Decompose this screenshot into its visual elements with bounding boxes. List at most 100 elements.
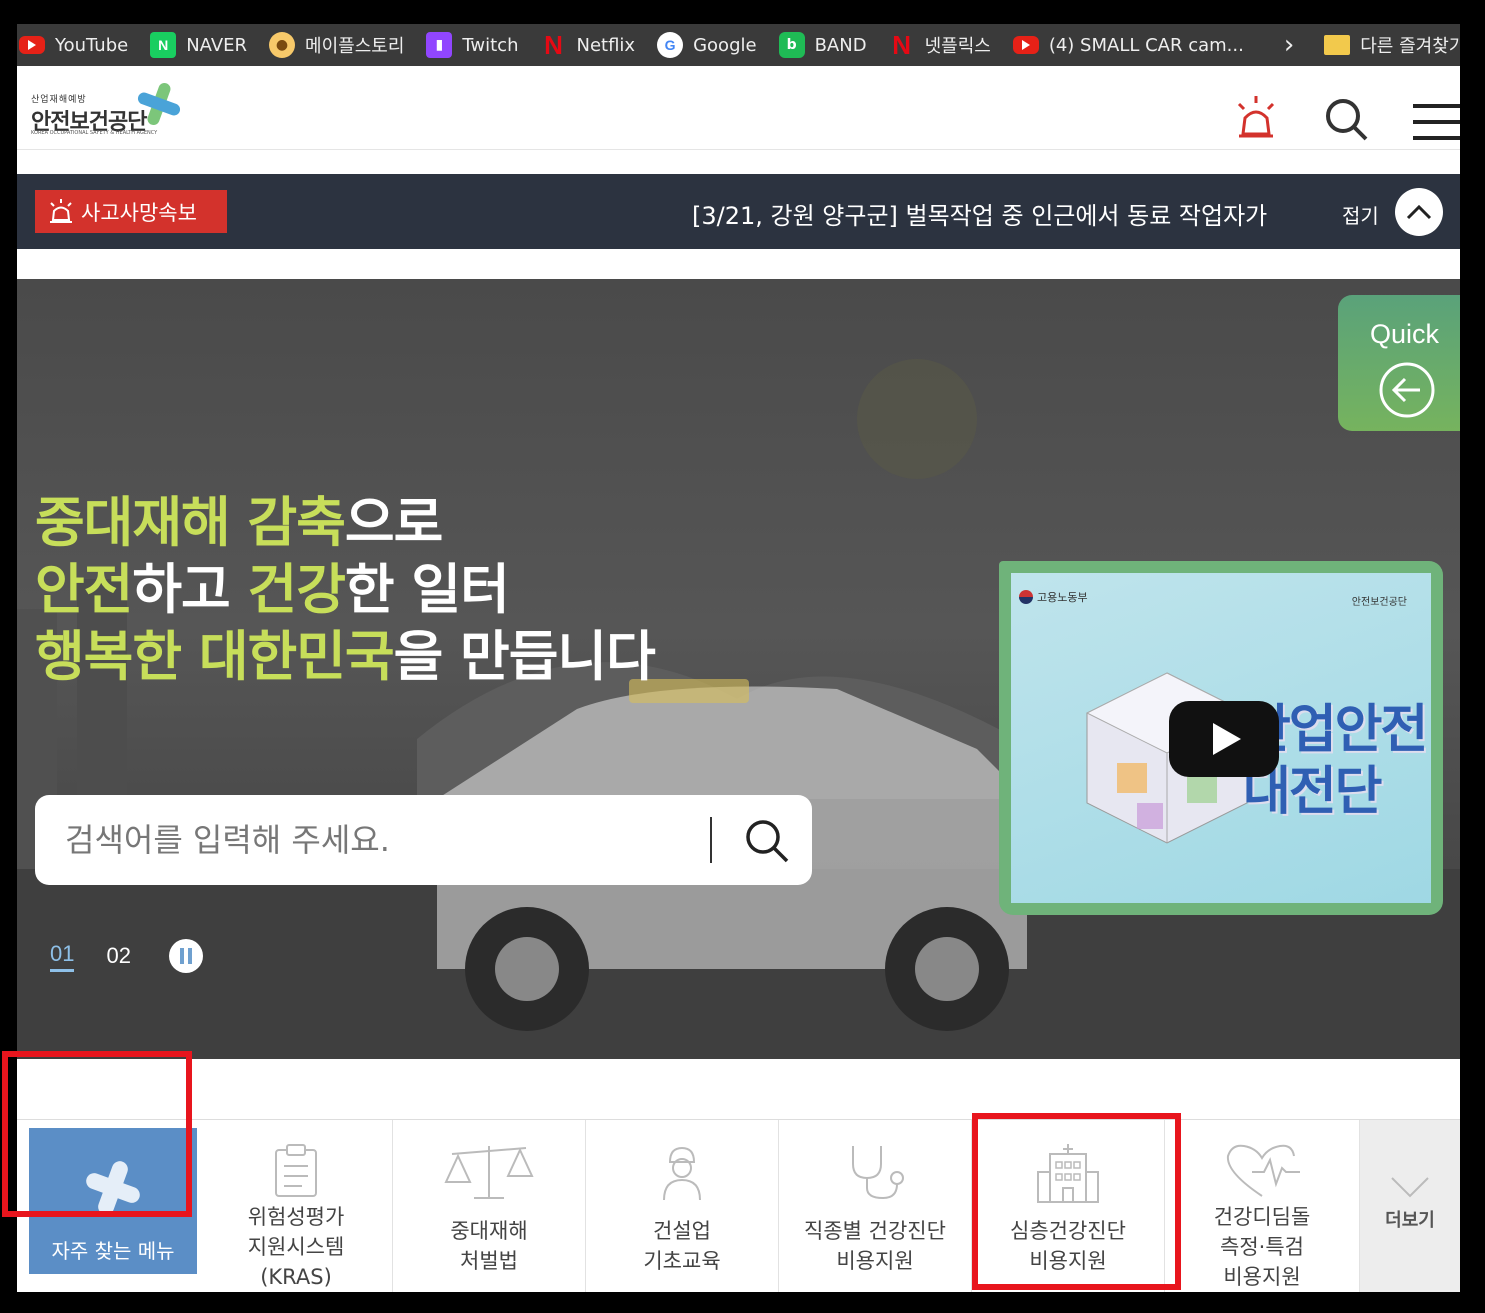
bookmark-netflix-kr[interactable]: N 넷플릭스 xyxy=(889,24,991,66)
folder-icon xyxy=(1324,35,1351,55)
band-icon: b xyxy=(778,32,805,58)
chevron-right-icon[interactable]: › xyxy=(1284,30,1294,60)
logo-cross-icon xyxy=(137,82,181,126)
menu-serious-accident-law[interactable]: 중대재해 처벌법 xyxy=(393,1120,586,1292)
headline-highlight: 중대재해 감축 xyxy=(35,491,346,554)
frequent-menu-bar: 자주 찾는 메뉴 위험성평가 지원시스템 (KRAS) 중대재해 처벌법 건설업… xyxy=(17,1119,1460,1292)
bookmark-label: Netflix xyxy=(576,34,636,56)
youtube-icon xyxy=(19,36,45,54)
menu-label: 자주 찾는 메뉴 xyxy=(51,1239,175,1263)
bookmarks-bar: YouTube N NAVER ● 메이플스토리 ▮ Twitch N Netf… xyxy=(17,24,1460,66)
slide-page-1[interactable]: 01 xyxy=(50,941,75,972)
twitch-icon: ▮ xyxy=(426,32,453,58)
favorite-menu-button[interactable]: 자주 찾는 메뉴 xyxy=(29,1128,197,1274)
bookmark-label: 넷플릭스 xyxy=(924,36,991,57)
maplestory-icon: ● xyxy=(269,32,296,58)
chevron-up-icon xyxy=(1406,204,1432,220)
construction-worker-icon xyxy=(663,1146,701,1201)
naver-icon: N xyxy=(150,32,177,58)
headline-line-3: 행복한 대한민국을 만듭니다 xyxy=(35,623,656,690)
menu-in-depth-health-exam[interactable]: 심층건강진단 비용지원 xyxy=(972,1120,1165,1292)
slide-page-2[interactable]: 02 xyxy=(106,943,130,969)
logo-english: KOREA OCCUPATIONAL SAFETY & HEALTH AGENC… xyxy=(31,130,158,136)
search-box xyxy=(35,795,812,885)
youtube-icon xyxy=(1012,36,1039,54)
menu-construction-education[interactable]: 건설업 기초교육 xyxy=(586,1120,779,1292)
menu-label: 중대재해 처벌법 xyxy=(450,1219,528,1273)
site-logo[interactable]: 산업재해예방 안전보건공단 KOREA OCCUPATIONAL SAFETY … xyxy=(31,80,191,140)
bookmark-google[interactable]: G Google xyxy=(657,24,757,66)
bookmark-label: NAVER xyxy=(186,34,248,56)
promo-video[interactable]: 고용노동부 안전보건공단 산업안전 대전단 xyxy=(999,561,1443,915)
menu-label: 건설업 기초교육 xyxy=(643,1219,721,1273)
heartbeat-icon xyxy=(1226,1144,1300,1197)
hero-banner: 중대재해 감축으로 안전하고 건강한 일터 행복한 대한민국을 만듭니다 Qui… xyxy=(17,279,1460,1059)
menu-label: 위험성평가 지원시스템 (KRAS) xyxy=(247,1205,345,1289)
bookmark-label: YouTube xyxy=(55,34,129,56)
search-icon xyxy=(746,820,789,863)
bookmark-label: Twitch xyxy=(462,34,519,56)
search-divider xyxy=(710,817,712,863)
headline-highlight: 행복한 대한민국 xyxy=(35,625,395,688)
video-thumbnail: 고용노동부 안전보건공단 산업안전 대전단 xyxy=(1011,573,1431,903)
google-icon: G xyxy=(657,32,684,58)
headline-text: 으로 xyxy=(344,491,443,554)
agency-label: 안전보건공단 xyxy=(1351,597,1407,608)
accident-alert-bar: 사고사망속보 [3/21, 강원 양구군] 벌목작업 중 인근에서 동료 작업자… xyxy=(17,174,1460,249)
fold-label[interactable]: 접기 xyxy=(1342,200,1379,229)
pause-icon[interactable] xyxy=(168,939,203,973)
arrow-left-circle-icon xyxy=(1379,362,1435,418)
slide-pager: 01 02 xyxy=(50,939,203,973)
quick-label: Quick xyxy=(1370,319,1440,349)
bookmark-small-car[interactable]: (4) SMALL CAR cam... xyxy=(1012,24,1244,66)
stethoscope-icon xyxy=(852,1146,904,1200)
quick-menu-toggle[interactable]: Quick xyxy=(1338,295,1460,431)
scale-icon xyxy=(444,1146,534,1199)
bookmark-netflix[interactable]: N Netflix xyxy=(541,24,636,66)
headline-text: 한 일터 xyxy=(344,558,510,621)
headline-line-2: 안전하고 건강한 일터 xyxy=(35,556,655,623)
menu-label: 심층건강진단 비용지원 xyxy=(1010,1219,1126,1273)
other-bookmarks-label: 다른 즐겨찾기 xyxy=(1360,36,1460,57)
headline-highlight: 안전 xyxy=(35,558,133,621)
emergency-alarm-button[interactable] xyxy=(1231,94,1281,144)
bookmark-label: (4) SMALL CAR cam... xyxy=(1048,34,1244,56)
menu-label: 직종별 건강진단 비용지원 xyxy=(804,1219,946,1273)
menu-kras[interactable]: 위험성평가 지원시스템 (KRAS) xyxy=(200,1120,393,1292)
bookmark-naver[interactable]: N NAVER xyxy=(150,24,247,66)
menu-health-stepping-stone[interactable]: 건강디딤돌 측정·특검 비용지원 xyxy=(1165,1120,1360,1292)
plus-cross-icon xyxy=(86,1161,140,1215)
headline-text: 하고 xyxy=(132,558,248,621)
search-input[interactable] xyxy=(65,815,705,865)
ministry-label: 고용노동부 xyxy=(1019,589,1088,605)
other-bookmarks-folder[interactable]: 다른 즐겨찾기 xyxy=(1324,24,1460,66)
accident-news-label: 사고사망속보 xyxy=(81,200,197,225)
bookmark-youtube[interactable]: YouTube xyxy=(19,24,128,66)
menu-occupational-health-exam[interactable]: 직종별 건강진단 비용지원 xyxy=(779,1120,972,1292)
clipboard-icon xyxy=(275,1144,317,1197)
accident-news-tag[interactable]: 사고사망속보 xyxy=(35,190,227,233)
search-icon xyxy=(1326,99,1368,141)
bookmark-maplestory[interactable]: ● 메이플스토리 xyxy=(269,24,404,66)
netflix-icon: N xyxy=(892,29,911,60)
search-button[interactable] xyxy=(743,817,791,865)
bookmark-label: 메이플스토리 xyxy=(305,36,405,57)
hospital-icon xyxy=(1037,1144,1099,1203)
fold-button[interactable] xyxy=(1395,188,1443,236)
headline-text: 을 만듭니다 xyxy=(393,625,656,688)
play-button[interactable] xyxy=(1169,701,1279,777)
bookmark-band[interactable]: b BAND xyxy=(778,24,867,66)
netflix-icon: N xyxy=(544,29,563,60)
bookmark-twitch[interactable]: ▮ Twitch xyxy=(426,24,519,66)
more-menu-button[interactable]: 더보기 xyxy=(1360,1120,1460,1292)
site-header: 산업재해예방 안전보건공단 KOREA OCCUPATIONAL SAFETY … xyxy=(17,66,1460,150)
header-search-button[interactable] xyxy=(1321,94,1371,144)
bookmark-label: Google xyxy=(693,34,757,56)
hamburger-icon xyxy=(1413,104,1460,140)
page: 산업재해예방 안전보건공단 KOREA OCCUPATIONAL SAFETY … xyxy=(17,66,1460,1292)
menu-label: 건강디딤돌 측정·특검 비용지원 xyxy=(1213,1205,1311,1289)
menu-button[interactable] xyxy=(1411,94,1460,144)
bookmark-label: BAND xyxy=(814,34,867,56)
accident-news-headline[interactable]: [3/21, 강원 양구군] 벌목작업 중 인근에서 동료 작업자가 xyxy=(692,196,1302,231)
chevron-down-icon xyxy=(1391,1177,1429,1198)
